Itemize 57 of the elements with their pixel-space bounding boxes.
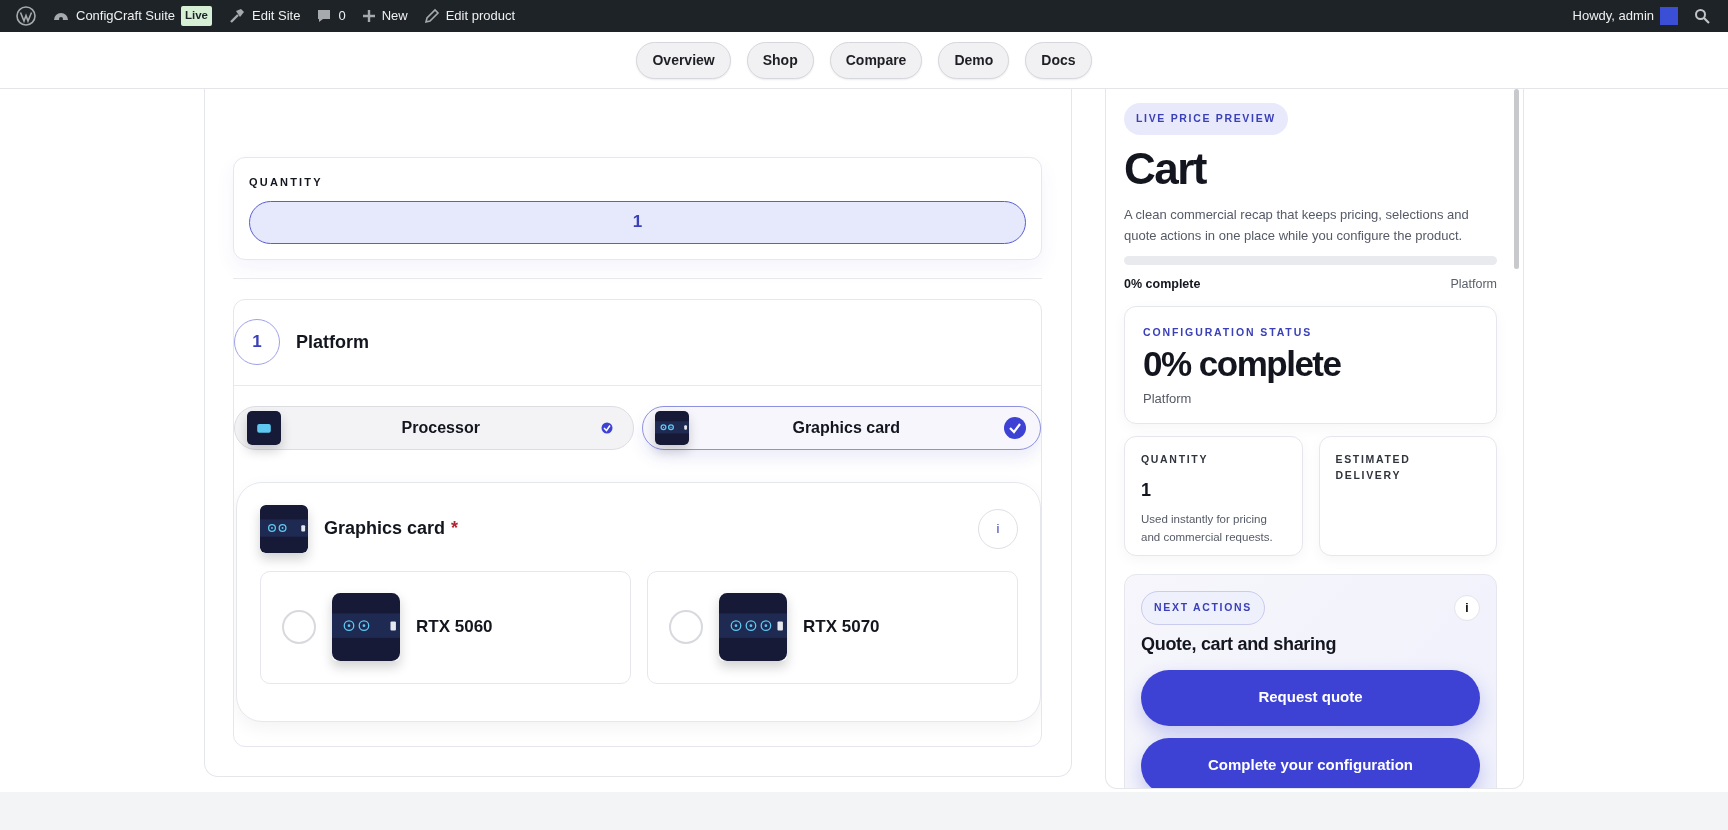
action-button[interactable]: Complete your configuration bbox=[1141, 737, 1480, 788]
greeting-link[interactable]: Howdy, admin bbox=[1572, 6, 1654, 26]
progress-step: Platform bbox=[1450, 275, 1497, 295]
admin-bar-link[interactable]: Edit product bbox=[445, 6, 516, 26]
component-tab[interactable]: Graphics card bbox=[641, 405, 1041, 450]
comment-icon[interactable] bbox=[316, 8, 333, 24]
actions-badge: NEXT ACTIONS bbox=[1141, 590, 1265, 625]
nav-pill[interactable]: Docs bbox=[1025, 41, 1092, 79]
action-button[interactable]: Request quote bbox=[1141, 669, 1480, 726]
status-label: CONFIGURATION STATUS bbox=[1143, 325, 1314, 341]
option-label: RTX 5060 bbox=[416, 616, 493, 639]
preview-badge: LIVE PRICE PREVIEW bbox=[1124, 103, 1288, 135]
info-button[interactable]: i bbox=[978, 508, 1018, 549]
stat-note: Used instantly for pricing and commercial requests. bbox=[1141, 511, 1274, 545]
live-badge: Live bbox=[181, 6, 212, 26]
stat-value: 1 bbox=[1141, 478, 1152, 502]
search-icon[interactable] bbox=[1694, 8, 1710, 24]
progress-label: 0% complete bbox=[1124, 276, 1201, 294]
graphics-card-icon bbox=[332, 593, 400, 661]
option-label: RTX 5070 bbox=[803, 616, 880, 639]
option-card[interactable]: RTX 5070 bbox=[647, 570, 1018, 684]
nav-pill[interactable]: Demo bbox=[938, 41, 1010, 79]
component-tab[interactable]: Processor bbox=[234, 405, 634, 450]
stat-label: QUANTITY bbox=[1141, 451, 1210, 467]
required-mark: * bbox=[451, 517, 459, 540]
quantity-label: QUANTITY bbox=[249, 175, 324, 190]
group-title: Graphics card bbox=[324, 517, 446, 540]
hammer-icon[interactable] bbox=[228, 7, 246, 25]
admin-bar-link[interactable]: 0 bbox=[338, 6, 346, 26]
graphics-card-icon bbox=[654, 410, 689, 445]
status-value: 0% complete bbox=[1143, 344, 1342, 384]
badge-check-icon bbox=[600, 421, 613, 434]
logo-icon[interactable] bbox=[16, 6, 36, 26]
pencil-icon[interactable] bbox=[423, 8, 440, 24]
stat-label: ESTIMATED DELIVERY bbox=[1335, 451, 1412, 483]
nav-pill[interactable]: Shop bbox=[746, 41, 814, 79]
graphics-card-icon bbox=[719, 593, 787, 661]
cart-title: Cart bbox=[1124, 146, 1208, 191]
check-icon bbox=[1004, 416, 1026, 439]
step-title: Platform bbox=[296, 330, 369, 354]
actions-title: Quote, cart and sharing bbox=[1141, 632, 1338, 656]
status-step: Platform bbox=[1143, 389, 1478, 409]
admin-bar-link[interactable]: New bbox=[381, 6, 408, 26]
nav-pill[interactable]: Overview bbox=[636, 41, 731, 79]
cart-description: A clean commercial recap that keeps pricing, selections and quote actions in one place while you configure the product. bbox=[1124, 205, 1470, 245]
nav-pill[interactable]: Compare bbox=[829, 41, 923, 79]
quantity-field[interactable]: 1 bbox=[249, 200, 1026, 244]
info-button[interactable]: i bbox=[1454, 594, 1480, 621]
processor-icon bbox=[247, 410, 281, 445]
plus-icon[interactable] bbox=[361, 9, 376, 23]
option-card[interactable]: RTX 5060 bbox=[260, 570, 631, 684]
scrollbar[interactable] bbox=[1514, 89, 1519, 269]
admin-bar-link[interactable]: ConfigCraft Suite bbox=[76, 6, 175, 26]
graphics-card-icon bbox=[260, 504, 308, 553]
admin-bar-link[interactable]: Edit Site bbox=[252, 6, 301, 26]
radio-button[interactable] bbox=[282, 610, 316, 644]
radio-button[interactable] bbox=[669, 610, 703, 644]
